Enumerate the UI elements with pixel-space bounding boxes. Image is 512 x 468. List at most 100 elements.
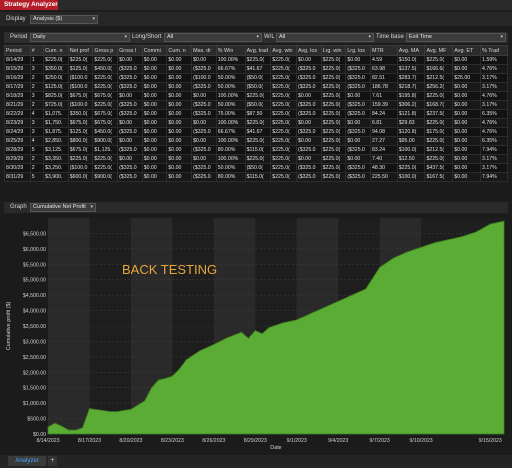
table-cell: $195.8( [396, 91, 426, 101]
chevron-down-icon: ▾ [256, 34, 259, 40]
column-header[interactable]: Gross l [117, 45, 143, 56]
column-header[interactable]: # [29, 45, 45, 56]
column-header[interactable]: Period [4, 45, 31, 56]
column-header[interactable]: Cum. n [166, 45, 193, 56]
column-header[interactable]: Avg. MA [396, 45, 426, 56]
table-cell: $0.00 [345, 118, 371, 128]
table-cell: $675.0( [92, 118, 119, 128]
column-header[interactable]: Avg. trad [244, 45, 272, 56]
data-point [199, 350, 201, 352]
table-cell: 100.00% [215, 55, 246, 65]
column-header[interactable]: Net prof [67, 45, 94, 56]
data-point [171, 375, 173, 377]
table-cell: $237.5( [424, 109, 454, 119]
table-cell: $225.0( [424, 55, 454, 65]
table-cell: ($325.0 [117, 109, 143, 119]
table-cell: 66.67% [215, 64, 246, 74]
column-header[interactable]: Avg. los [295, 45, 322, 56]
table-cell: 80.00% [215, 145, 246, 155]
longshort-select[interactable]: All ▾ [164, 33, 262, 42]
data-point [47, 426, 49, 428]
table-cell: ($325.0 [295, 172, 322, 182]
y-tick-label: $1,500.00 [23, 386, 46, 392]
table-cell: ($325.0 [295, 109, 322, 119]
data-point [392, 257, 395, 259]
table-cell: ($325.0 [191, 64, 217, 74]
table-cell: 5 [29, 172, 45, 182]
table-cell: 27.27 [369, 136, 398, 146]
table-cell: $3,350. [43, 154, 69, 164]
table-cell: $0.00 [452, 118, 482, 128]
table-cell: $125.0( [43, 82, 69, 92]
table-cell: $0.00 [166, 163, 193, 173]
table-cell: $0.00 [191, 91, 217, 101]
timebase-select[interactable]: Exit Time ▾ [406, 33, 506, 42]
column-header[interactable]: % Trad [480, 45, 508, 56]
table-cell: $0.00 [141, 91, 168, 101]
analyzer-tab[interactable]: Analyzer [8, 456, 46, 466]
graph-select[interactable]: Cumulative Net Profit ▾ [30, 203, 96, 212]
graph-select-value: Cumulative Net Profit [33, 204, 86, 210]
column-header[interactable]: Lrg. win [320, 45, 347, 56]
table-row[interactable]: 8/31/29 5 $3,900. $600.0($900.0(($325.0 $0.0… [4, 172, 508, 182]
table-cell: $225.0( [396, 163, 426, 173]
table-cell: $166.6( [424, 64, 454, 74]
table-cell: 4.76% [480, 91, 508, 101]
table-cell: $225.0( [270, 55, 297, 65]
graph-label: Graph [10, 204, 27, 210]
table-row[interactable]: 8/18/29 3 $825.0($675.0($675.0($0.00 $0.00 $… [4, 91, 508, 101]
table-cell: 3.17% [480, 100, 508, 110]
table-row[interactable]: 8/30/29 2 $3,250. ($100.0 $225.0(($325.0 $0.0… [4, 163, 508, 173]
display-select[interactable]: Analysis ($) ▾ [30, 15, 98, 24]
table-cell: $306.2( [396, 100, 426, 110]
y-tick-label: $2,000.00 [23, 370, 46, 376]
table-cell: ($325.0 [345, 73, 371, 83]
column-header[interactable]: Gross p [92, 45, 119, 56]
table-cell: 80.00% [215, 172, 246, 182]
table-row[interactable]: 8/25/29 4 $2,850. $800.0($900.0($0.00 $0.00 $… [4, 136, 508, 146]
wl-label: W/L [264, 34, 275, 40]
table-cell: 8/16/29 [4, 73, 31, 83]
table-cell: $0.00 [345, 154, 371, 164]
table-row[interactable]: 8/24/29 3 $1,875. $125.0($450.0(($325.0 $0.0… [4, 127, 508, 137]
column-header[interactable]: Avg. ET [452, 45, 482, 56]
table-row[interactable]: 8/17/29 2 $125.0(($100.0 $225.0(($325.0 $0.0… [4, 82, 508, 92]
table-row[interactable]: 8/14/29 1 $225.0($225.0($225.0($0.00 $0.00 $… [4, 55, 508, 65]
table-cell: $0.00 [452, 127, 482, 137]
column-header[interactable]: Avg. MF [424, 45, 454, 56]
table-row[interactable]: 8/21/29 2 $725.0(($100.0 $225.0(($325.0 $0.0… [4, 100, 508, 110]
table-cell: $25.00 [452, 73, 482, 83]
period-select[interactable]: Daily ▾ [30, 33, 130, 42]
table-cell: 50.00% [215, 163, 246, 173]
data-point [75, 429, 77, 431]
column-header[interactable]: MTR [369, 45, 398, 56]
table-cell: ($325.0 [345, 145, 371, 155]
table-cell: $0.00 [452, 100, 482, 110]
column-header[interactable]: Commi [141, 45, 168, 56]
column-header[interactable]: % Win [215, 45, 246, 56]
table-cell: $168.7( [424, 100, 454, 110]
table-cell: $225.0( [270, 91, 297, 101]
x-axis-label: Date [270, 445, 281, 451]
bottom-tab-bar: Analyzer + [0, 455, 512, 468]
table-cell: ($325.0 [117, 127, 143, 137]
table-cell: $0.00 [166, 82, 193, 92]
column-header[interactable]: Avg. win [270, 45, 297, 56]
table-row[interactable]: 8/23/29 3 $1,750. $675.0($675.0($0.00 $0.00 $… [4, 118, 508, 128]
table-row[interactable]: 8/29/29 2 $3,350. $225.0($225.0($0.00 $0.00 $… [4, 154, 508, 164]
column-header[interactable]: Cum. n [43, 45, 69, 56]
y-tick-label: $500.00 [27, 417, 46, 423]
table-row[interactable]: 8/16/29 2 $250.0(($100.0 $225.0(($325.0 $0.0… [4, 73, 508, 83]
add-tab-button[interactable]: + [48, 456, 57, 466]
table-row[interactable]: 8/15/29 3 $350.0($125.0($450.0(($325.0 $0.0… [4, 64, 508, 74]
wl-select[interactable]: All ▾ [276, 33, 374, 42]
column-header[interactable]: Max. dr [191, 45, 217, 56]
x-tick-label: 9/4/2023 [328, 438, 348, 444]
window-title-tab[interactable]: Strategy Analyzer [0, 0, 58, 10]
column-header[interactable]: Lrg. los [345, 45, 371, 56]
table-cell: $675.0( [92, 91, 119, 101]
x-tick-label: 8/14/2023 [36, 438, 59, 444]
table-cell: $0.00 [166, 172, 193, 182]
table-row[interactable]: 8/22/29 4 $1,075. $350.0($675.0(($325.0 $0.0… [4, 109, 508, 119]
table-row[interactable]: 8/28/29 5 $3,125. $675.0($1,125. ($325.0 $0.0… [4, 145, 508, 155]
